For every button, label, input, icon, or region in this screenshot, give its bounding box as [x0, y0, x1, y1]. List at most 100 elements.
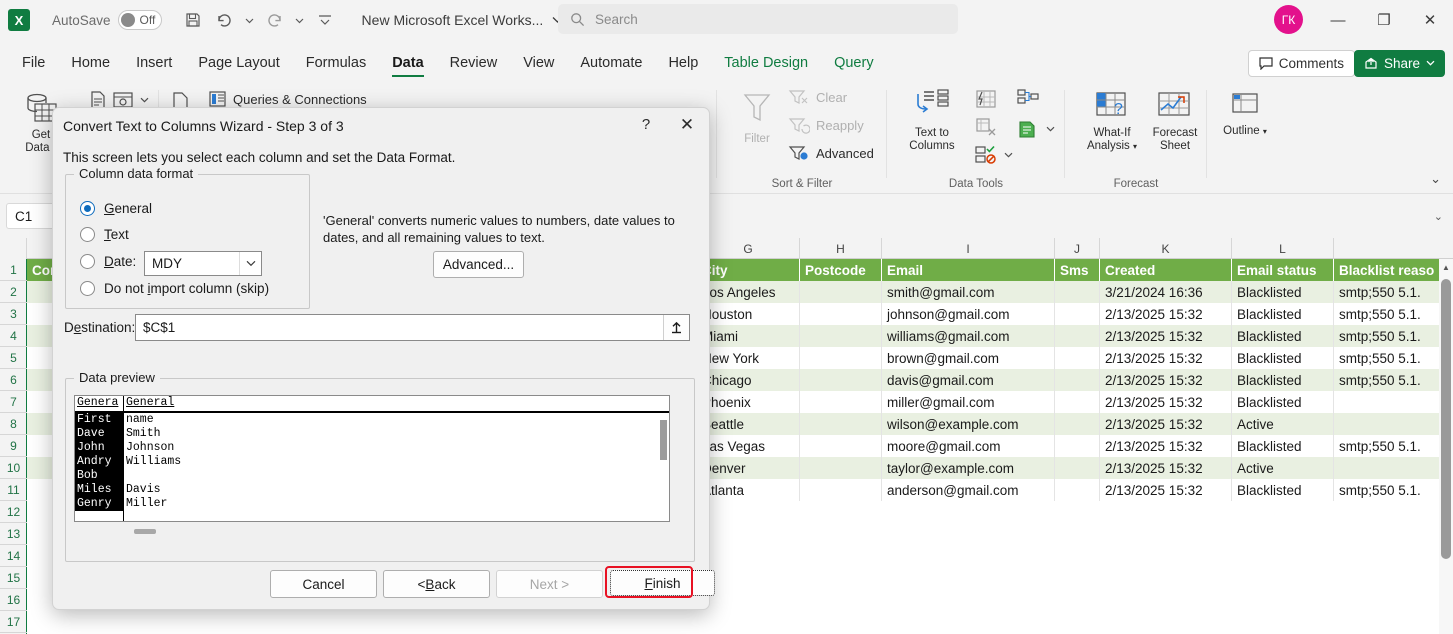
column-header-I[interactable]: I: [882, 238, 1055, 259]
cell-email[interactable]: wilson@example.com: [882, 413, 1055, 435]
cell-email-status[interactable]: Blacklisted: [1232, 391, 1334, 413]
data-preview-box[interactable]: Genera General First Dave John Andry Bob…: [74, 395, 670, 522]
flash-fill-button[interactable]: [974, 88, 998, 110]
save-icon[interactable]: [178, 6, 208, 34]
header-cell-blacklist-reason[interactable]: Blacklist reaso: [1334, 259, 1446, 281]
cell-created[interactable]: 2/13/2025 15:32: [1100, 457, 1232, 479]
cell-postcode[interactable]: [800, 325, 882, 347]
row-header-8[interactable]: 8: [0, 413, 27, 435]
cell-created[interactable]: 2/13/2025 15:32: [1100, 369, 1232, 391]
cell-email[interactable]: miller@gmail.com: [882, 391, 1055, 413]
cell-sms[interactable]: [1055, 435, 1100, 457]
preview-col2-header-wrap[interactable]: General: [124, 396, 174, 410]
cell-email-status[interactable]: Blacklisted: [1232, 369, 1334, 391]
radio-general[interactable]: General: [80, 201, 152, 216]
cell-email[interactable]: davis@gmail.com: [882, 369, 1055, 391]
queries-and-connections-button[interactable]: Queries & Connections: [208, 90, 367, 108]
cell-blacklist-reason[interactable]: smtp;550 5.1.: [1334, 347, 1446, 369]
redo-dropdown-icon[interactable]: [292, 6, 308, 34]
cell-blacklist-reason[interactable]: [1334, 413, 1446, 435]
cell-sms[interactable]: [1055, 457, 1100, 479]
close-button[interactable]: ✕: [1407, 0, 1453, 40]
cell-city[interactable]: Denver: [697, 457, 800, 479]
document-title[interactable]: New Microsoft Excel Works...: [362, 12, 564, 28]
avatar[interactable]: ГК: [1274, 5, 1303, 34]
cell-email-status[interactable]: Blacklisted: [1232, 479, 1334, 501]
tab-review[interactable]: Review: [438, 50, 510, 76]
restore-button[interactable]: ❐: [1361, 0, 1407, 40]
reapply-button[interactable]: Reapply: [788, 116, 864, 134]
cell-email[interactable]: smith@gmail.com: [882, 281, 1055, 303]
cell-blacklist-reason[interactable]: smtp;550 5.1.: [1334, 479, 1446, 501]
data-validation-button[interactable]: [974, 144, 1013, 166]
cell-city[interactable]: Los Angeles: [697, 281, 800, 303]
dialog-close-icon[interactable]: ✕: [675, 115, 699, 135]
header-cell-email-status[interactable]: Email status: [1232, 259, 1334, 281]
preview-column-2[interactable]: name Smith Johnson Williams Davis Miller: [124, 413, 181, 511]
row-header-11[interactable]: 11: [0, 479, 27, 501]
filter-button[interactable]: Filter: [726, 90, 788, 146]
share-button[interactable]: Share: [1353, 50, 1445, 77]
cell-sms[interactable]: [1055, 479, 1100, 501]
cell-postcode[interactable]: [800, 479, 882, 501]
radio-date[interactable]: Date:: [80, 254, 136, 269]
redo-icon[interactable]: [260, 6, 290, 34]
cell-city[interactable]: Houston: [697, 303, 800, 325]
cell-sms[interactable]: [1055, 391, 1100, 413]
radio-text[interactable]: Text: [80, 227, 129, 242]
header-cell-postcode[interactable]: Postcode: [800, 259, 882, 281]
cancel-button[interactable]: Cancel: [270, 570, 377, 598]
cell-city[interactable]: Seattle: [697, 413, 800, 435]
autosave-toggle[interactable]: AutoSave Off: [52, 10, 162, 30]
cell-city[interactable]: Miami: [697, 325, 800, 347]
cell-blacklist-reason[interactable]: [1334, 391, 1446, 413]
row-header-17[interactable]: 17: [0, 611, 27, 633]
header-cell-email[interactable]: Email: [882, 259, 1055, 281]
remove-duplicates-button[interactable]: [974, 116, 998, 138]
tab-file[interactable]: File: [10, 50, 57, 76]
cell-postcode[interactable]: [800, 413, 882, 435]
cell-email-status[interactable]: Blacklisted: [1232, 347, 1334, 369]
row-header-5[interactable]: 5: [0, 347, 27, 369]
consolidate-button[interactable]: [1016, 88, 1040, 108]
row-header-2[interactable]: 2: [0, 281, 27, 303]
cell-blacklist-reason[interactable]: smtp;550 5.1.: [1334, 325, 1446, 347]
tab-view[interactable]: View: [511, 50, 566, 76]
cell-postcode[interactable]: [800, 303, 882, 325]
autosave-switch[interactable]: Off: [117, 10, 162, 30]
dialog-help-icon[interactable]: ?: [635, 116, 657, 133]
row-header-1[interactable]: 1: [0, 259, 27, 281]
minimize-button[interactable]: —: [1315, 0, 1361, 40]
row-header-6[interactable]: 6: [0, 369, 27, 391]
cell-sms[interactable]: [1055, 281, 1100, 303]
cell-city[interactable]: Phoenix: [697, 391, 800, 413]
tab-help[interactable]: Help: [656, 50, 710, 76]
cell-created[interactable]: 2/13/2025 15:32: [1100, 303, 1232, 325]
cell-blacklist-reason[interactable]: smtp;550 5.1.: [1334, 435, 1446, 457]
row-header-10[interactable]: 10: [0, 457, 27, 479]
cell-email[interactable]: anderson@gmail.com: [882, 479, 1055, 501]
comments-button[interactable]: Comments: [1247, 50, 1355, 77]
tab-query[interactable]: Query: [822, 50, 886, 76]
row-header-14[interactable]: 14: [0, 545, 27, 567]
cell-blacklist-reason[interactable]: smtp;550 5.1.: [1334, 303, 1446, 325]
tab-automate[interactable]: Automate: [568, 50, 654, 76]
cell-email[interactable]: brown@gmail.com: [882, 347, 1055, 369]
tab-formulas[interactable]: Formulas: [294, 50, 378, 76]
row-header-7[interactable]: 7: [0, 391, 27, 413]
cell-created[interactable]: 3/21/2024 16:36: [1100, 281, 1232, 303]
cell-email[interactable]: taylor@example.com: [882, 457, 1055, 479]
clear-button[interactable]: Clear: [788, 88, 847, 106]
relationships-button[interactable]: [1016, 118, 1055, 140]
preview-horizontal-scrollbar-thumb[interactable]: [134, 529, 156, 534]
cell-postcode[interactable]: [800, 435, 882, 457]
vertical-scrollbar-thumb[interactable]: [1441, 279, 1451, 559]
cell-postcode[interactable]: [800, 347, 882, 369]
forecast-sheet-button[interactable]: Forecast Sheet: [1144, 90, 1206, 153]
preview-vertical-scrollbar-thumb[interactable]: [660, 420, 667, 460]
search-input[interactable]: Search: [558, 4, 958, 34]
date-format-chevron-down-icon[interactable]: [239, 252, 261, 275]
tab-data[interactable]: Data: [380, 50, 435, 77]
cell-city[interactable]: New York: [697, 347, 800, 369]
cell-email-status[interactable]: Blacklisted: [1232, 281, 1334, 303]
